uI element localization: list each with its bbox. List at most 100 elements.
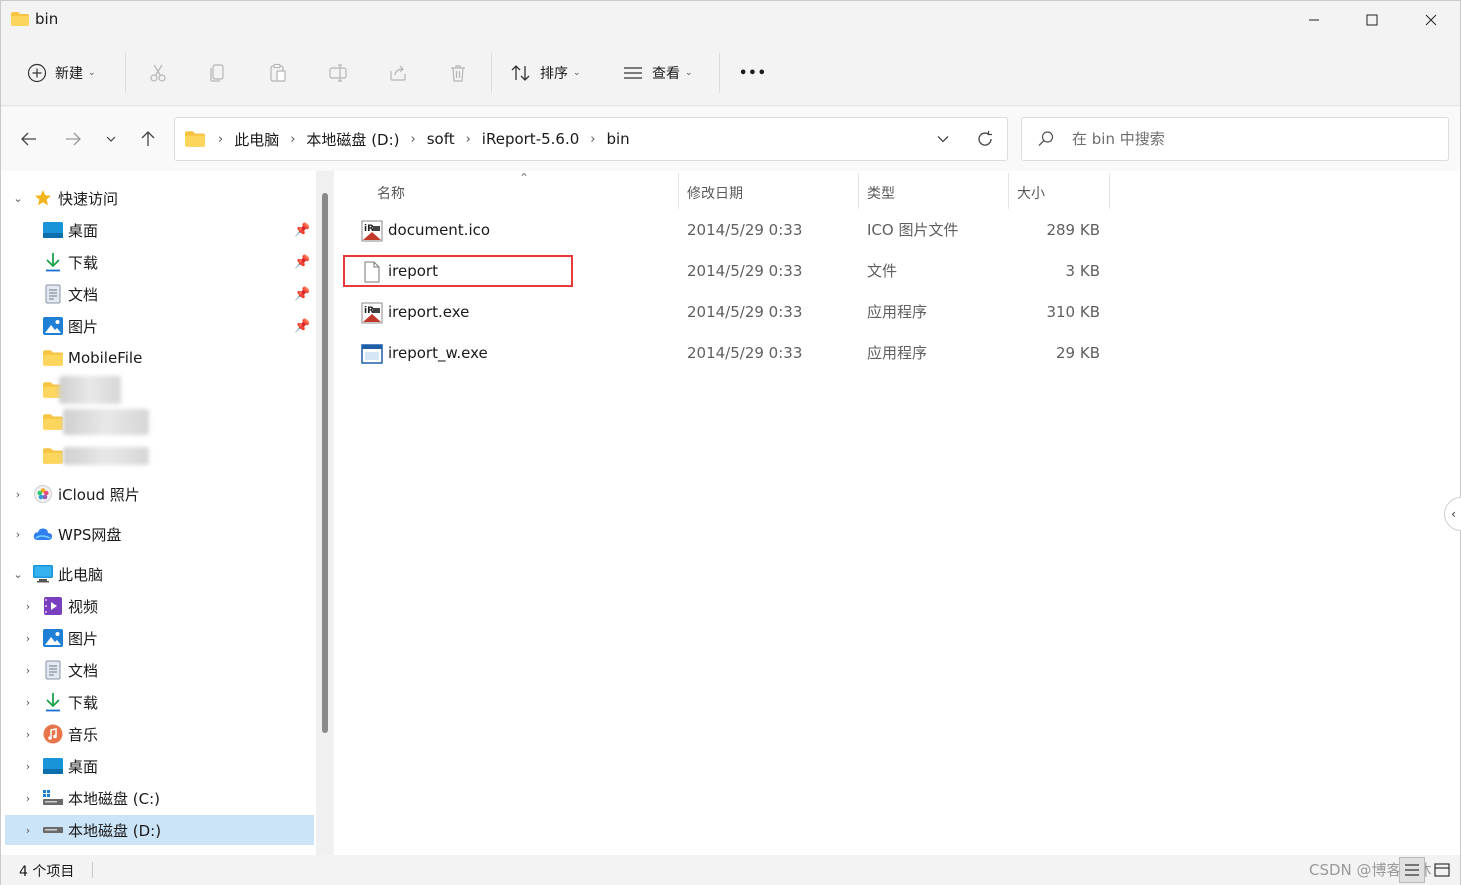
column-header-date[interactable]: 修改日期 <box>687 175 743 211</box>
minimize-button[interactable] <box>1285 1 1343 39</box>
delete-button[interactable] <box>444 59 472 87</box>
file-row[interactable]: iR ireport.exe 2014/5/29 0:33 应用程序 310 K… <box>337 292 1117 332</box>
breadcrumb-item[interactable]: iReport-5.6.0 <box>478 130 583 148</box>
sidebar-item-quick-access[interactable]: ⌄ 快速访问 <box>5 183 314 213</box>
sidebar-item-pc-documents[interactable]: › 文档 <box>5 655 314 685</box>
pin-icon[interactable]: 📌 <box>294 223 310 238</box>
scrollbar-thumb[interactable] <box>322 193 328 733</box>
pin-icon[interactable]: 📌 <box>294 255 310 270</box>
sidebar-item-label: 图片 <box>68 629 99 648</box>
column-divider[interactable] <box>1109 173 1110 209</box>
view-button[interactable]: 查看 ⌄ <box>622 57 693 89</box>
refresh-icon <box>978 131 992 146</box>
up-button[interactable] <box>134 125 162 153</box>
copy-button[interactable] <box>204 59 232 87</box>
sidebar-item-videos[interactable]: › 视频 <box>5 591 314 621</box>
sidebar-item-label: WPS网盘 <box>58 525 122 544</box>
cut-button[interactable] <box>144 59 172 87</box>
column-divider[interactable] <box>858 173 859 209</box>
star-icon <box>33 188 53 208</box>
address-history-button[interactable] <box>930 126 956 152</box>
column-divider[interactable] <box>678 173 679 209</box>
file-date: 2014/5/29 0:33 <box>687 221 803 239</box>
sidebar-item-redacted-folder[interactable] <box>5 407 314 437</box>
chevron-right-icon: › <box>410 131 416 147</box>
close-button[interactable] <box>1402 1 1460 39</box>
chevron-right-icon: › <box>465 131 471 147</box>
sidebar-item-redacted-folder[interactable] <box>5 441 314 471</box>
redacted-label <box>63 409 149 435</box>
new-button[interactable]: 新建 ⌄ <box>27 57 96 89</box>
sidebar-item-label: MobileFile <box>68 349 143 367</box>
divider <box>92 862 93 878</box>
column-divider[interactable] <box>1008 173 1009 209</box>
sidebar-item-label: 桌面 <box>68 221 99 240</box>
share-button[interactable] <box>384 59 412 87</box>
breadcrumb-item[interactable]: bin <box>602 130 633 148</box>
file-size: 29 KB <box>1056 344 1100 362</box>
sidebar-item-pc-desktop[interactable]: › 桌面 <box>5 751 314 781</box>
column-header-type[interactable]: 类型 <box>867 175 895 211</box>
new-label: 新建 <box>55 66 83 82</box>
sidebar-item-mobilefile[interactable]: MobileFile <box>5 343 314 373</box>
column-header-name[interactable]: 名称 <box>377 175 405 211</box>
details-view-button[interactable] <box>1399 857 1425 883</box>
file-row[interactable]: iR document.ico 2014/5/29 0:33 ICO 图片文件 … <box>337 210 1117 250</box>
chevron-right-icon: › <box>25 631 31 645</box>
chevron-down-icon: ⌄ <box>685 68 693 78</box>
sidebar-item-this-pc[interactable]: ⌄ 此电脑 <box>5 559 314 589</box>
chevron-right-icon: › <box>25 599 31 613</box>
cloud-icon <box>33 524 53 544</box>
sort-button[interactable]: 排序 ⌄ <box>510 57 581 89</box>
file-row[interactable]: ireport_w.exe 2014/5/29 0:33 应用程序 29 KB <box>337 333 1117 373</box>
sidebar-item-wps-drive[interactable]: › WPS网盘 <box>5 519 314 549</box>
tiles-view-icon <box>1434 863 1450 877</box>
breadcrumb-item[interactable]: 本地磁盘 (D:) <box>302 129 403 150</box>
rename-button[interactable] <box>324 59 352 87</box>
maximize-icon <box>1366 14 1378 26</box>
folder-icon <box>43 348 63 368</box>
column-label: 类型 <box>867 186 895 202</box>
recent-locations-button[interactable] <box>97 125 125 153</box>
folder-icon <box>11 12 29 26</box>
divider <box>719 53 720 93</box>
pin-icon[interactable]: 📌 <box>294 287 310 302</box>
sidebar-item-desktop[interactable]: 桌面 📌 <box>5 215 314 245</box>
chevron-right-icon: › <box>218 131 224 147</box>
sidebar-item-pc-pictures[interactable]: › 图片 <box>5 623 314 653</box>
chevron-right-icon: › <box>25 695 31 709</box>
svg-text:iR: iR <box>364 224 374 234</box>
maximize-button[interactable] <box>1343 1 1401 39</box>
sidebar-item-icloud-photos[interactable]: › iCloud 照片 <box>5 479 314 509</box>
sidebar-item-pc-downloads[interactable]: › 下载 <box>5 687 314 717</box>
address-bar[interactable]: › 此电脑 › 本地磁盘 (D:) › soft › iReport-5.6.0… <box>174 117 1008 161</box>
chevron-right-icon: › <box>290 131 296 147</box>
column-header-size[interactable]: 大小 <box>1017 175 1045 211</box>
sidebar-item-label: 下载 <box>68 693 99 712</box>
chevron-down-icon: ⌄ <box>88 68 96 78</box>
sidebar-item-pictures[interactable]: 图片 📌 <box>5 311 314 341</box>
file-date: 2014/5/29 0:33 <box>687 303 803 321</box>
forward-button[interactable] <box>59 125 87 153</box>
sidebar-item-redacted-folder[interactable] <box>5 375 314 405</box>
breadcrumb-item[interactable]: soft <box>423 130 459 148</box>
navigation-pane: ⌄ 快速访问 桌面 📌 下载 📌 文档 📌 图片 📌 MobileFile › … <box>1 171 334 855</box>
sidebar-item-documents[interactable]: 文档 📌 <box>5 279 314 309</box>
breadcrumb-item[interactable]: 此电脑 <box>230 129 283 150</box>
sidebar-item-drive-c[interactable]: › 本地磁盘 (C:) <box>5 783 314 813</box>
sidebar-scrollbar[interactable] <box>316 171 334 855</box>
paste-button[interactable] <box>264 59 292 87</box>
refresh-button[interactable] <box>972 126 998 152</box>
sidebar-item-music[interactable]: › 音乐 <box>5 719 314 749</box>
search-input[interactable]: 在 bin 中搜索 <box>1021 117 1449 161</box>
close-icon <box>1425 14 1437 26</box>
pin-icon[interactable]: 📌 <box>294 319 310 334</box>
tiles-view-button[interactable] <box>1429 857 1455 883</box>
back-button[interactable] <box>15 125 43 153</box>
sidebar-item-downloads[interactable]: 下载 📌 <box>5 247 314 277</box>
windows-drive-icon <box>43 788 63 808</box>
sidebar-item-drive-d[interactable]: › 本地磁盘 (D:) <box>5 815 314 845</box>
arrow-up-icon <box>141 131 155 146</box>
file-list: 名称 ⌃ 修改日期 类型 大小 iR document.ico 2014/5/2… <box>337 171 1460 855</box>
more-options-button[interactable]: ••• <box>739 57 767 89</box>
